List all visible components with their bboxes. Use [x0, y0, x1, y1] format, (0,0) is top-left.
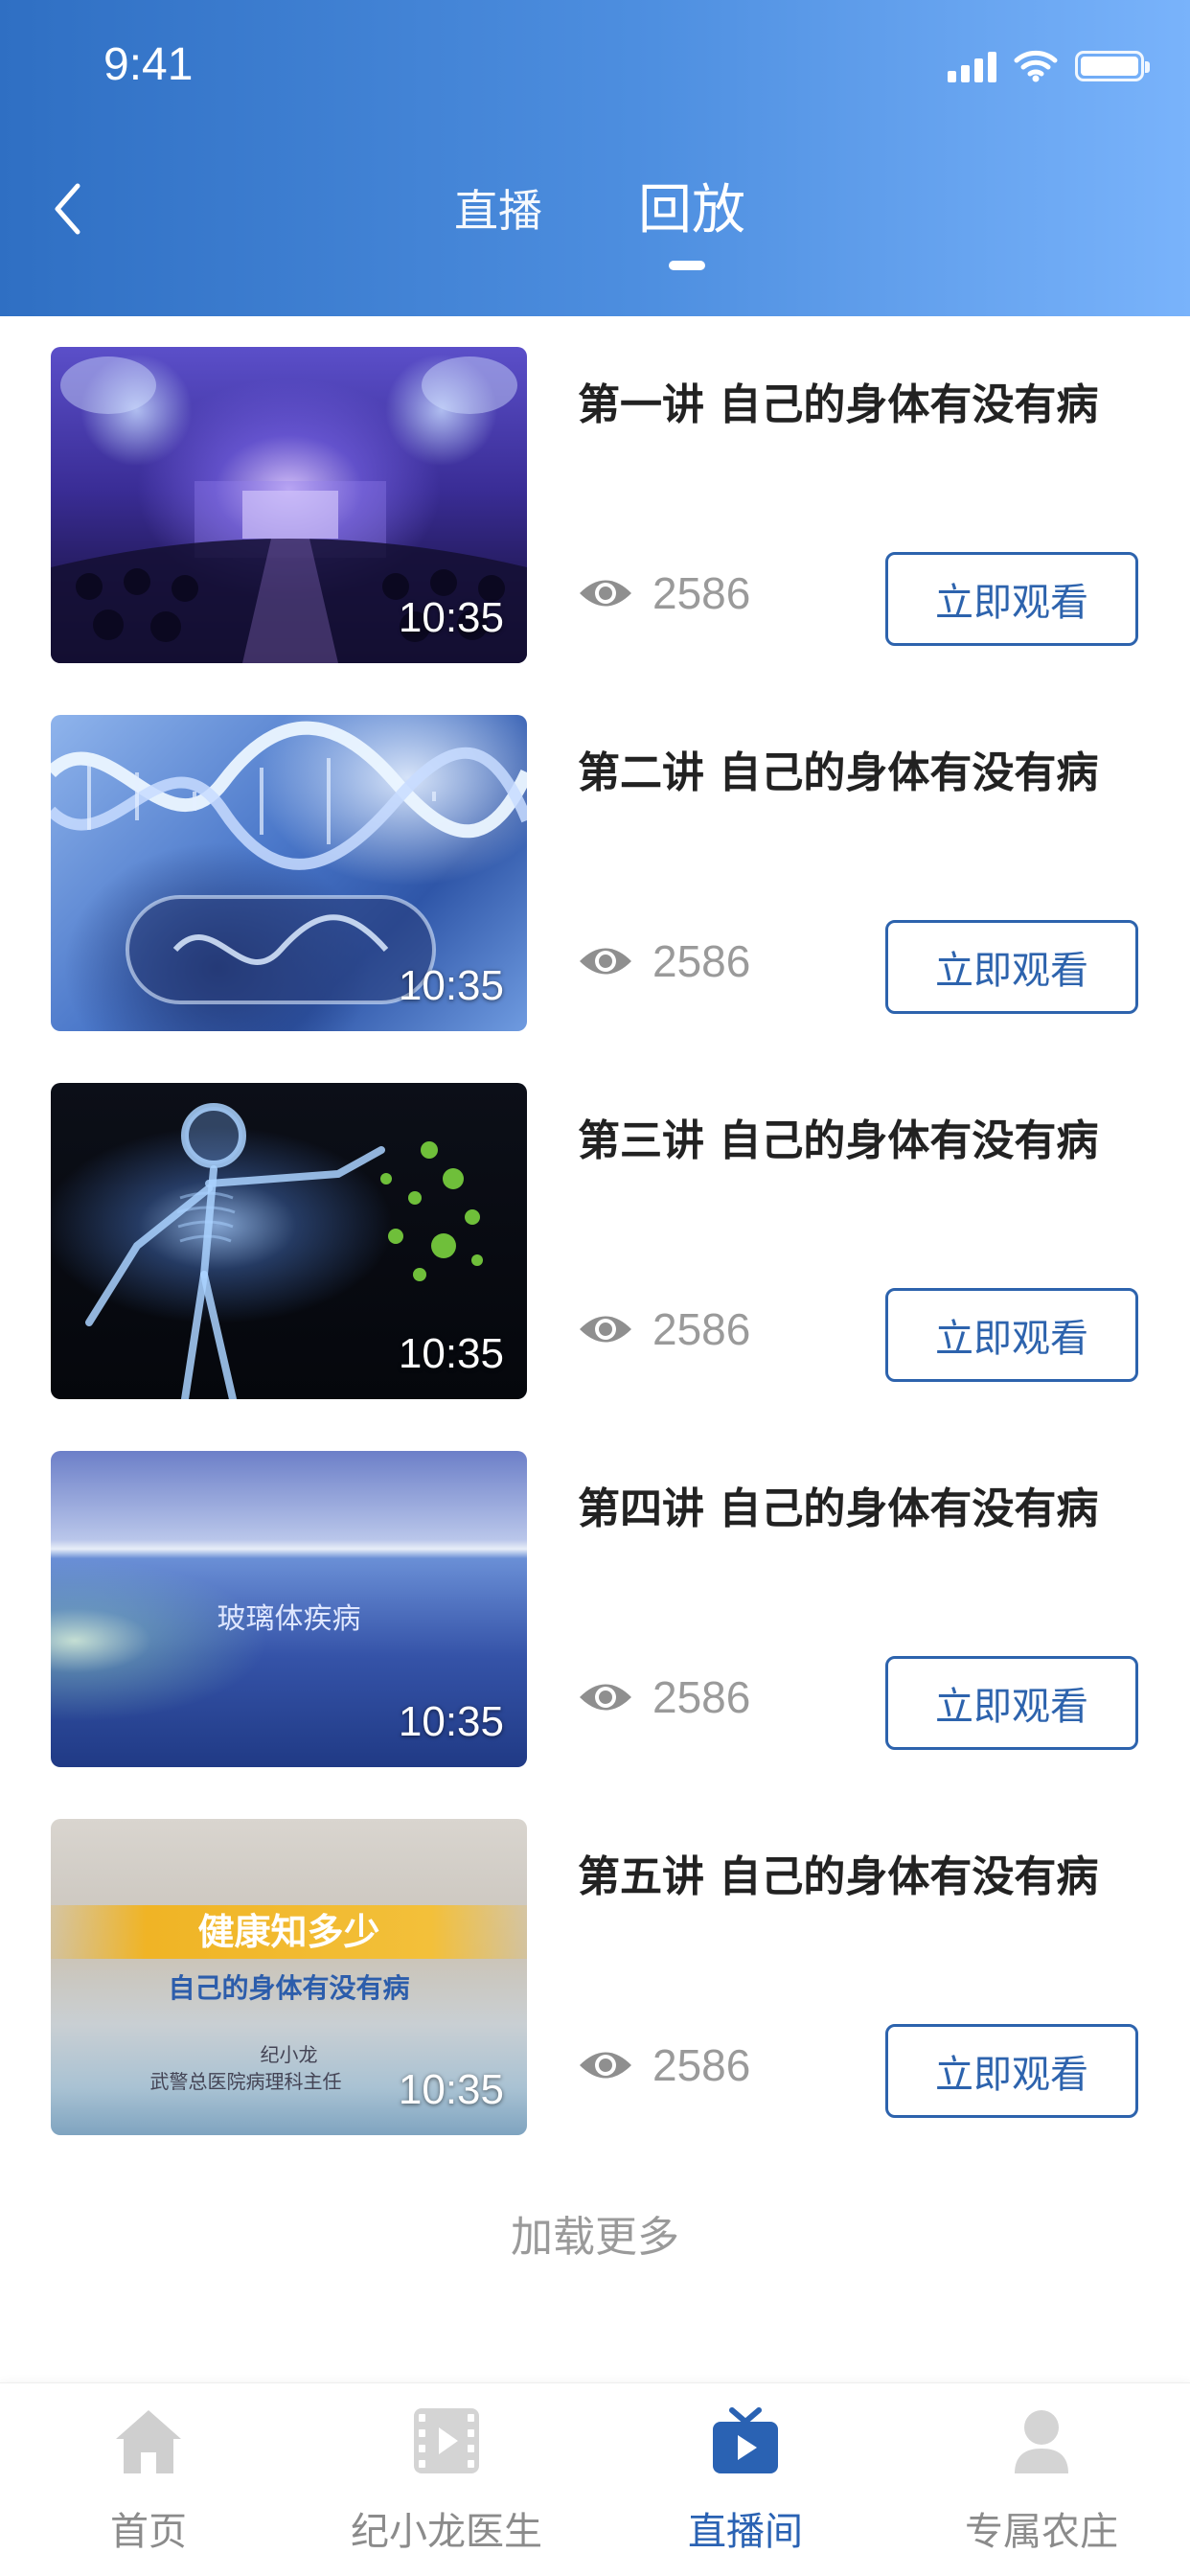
- view-count: 2586: [578, 935, 750, 987]
- tabbar-label: 纪小龙医生: [351, 2510, 542, 2554]
- video-thumbnail[interactable]: 健康知多少 自己的身体有没有病 纪小龙 武警总医院病理科主任 10:35: [51, 1819, 527, 2135]
- video-thumbnail[interactable]: 10:35: [51, 1083, 527, 1399]
- view-count-value: 2586: [652, 2040, 751, 2090]
- tabbar-label: 专属农庄: [965, 2510, 1118, 2554]
- status-time: 9:41: [103, 39, 194, 90]
- eye-icon: [580, 948, 631, 975]
- watch-now-button[interactable]: 立即观看: [885, 1656, 1138, 1750]
- view-count: 2586: [578, 1303, 750, 1355]
- status-icons: [948, 50, 1150, 82]
- view-count-value: 2586: [652, 568, 751, 618]
- load-more-button[interactable]: 加载更多: [0, 2202, 1190, 2264]
- view-count-value: 2586: [652, 936, 751, 986]
- header: 9:41 直播 回放: [0, 0, 1190, 316]
- watch-now-button[interactable]: 立即观看: [885, 2024, 1138, 2118]
- video-icon: [408, 2403, 485, 2479]
- video-duration: 10:35: [398, 2066, 504, 2113]
- tabbar-item-farm[interactable]: 专属农庄: [936, 2403, 1147, 2565]
- back-button[interactable]: [38, 171, 96, 247]
- video-duration: 10:35: [398, 594, 504, 641]
- thumbnail-title: 健康知多少: [197, 1911, 380, 1953]
- thumbnail-speaker-role: 武警总医院病理科主任: [149, 2070, 342, 2093]
- view-count: 2586: [578, 2039, 750, 2091]
- thumbnail-subtitle: 自己的身体有没有病: [168, 1972, 410, 2004]
- video-thumbnail[interactable]: 10:35: [51, 347, 527, 663]
- video-duration: 10:35: [398, 1698, 504, 1745]
- eye-icon: [580, 580, 631, 607]
- active-tab-indicator: [669, 261, 705, 270]
- thumbnail-speaker-name: 纪小龙: [260, 2043, 318, 2066]
- video-thumbnail[interactable]: 玻璃体疾病 10:35: [51, 1451, 527, 1767]
- list-item: 健康知多少 自己的身体有没有病 纪小龙 武警总医院病理科主任 10:35 第五讲…: [0, 1788, 1190, 2135]
- live-tv-icon: [707, 2403, 784, 2479]
- chevron-left-icon: [55, 183, 80, 235]
- wifi-icon: [1014, 50, 1058, 82]
- list-item: 10:35 第一讲 自己的身体有没有病 2586 立即观看: [0, 316, 1190, 663]
- tabbar-label: 直播间: [688, 2510, 803, 2554]
- list-item: 10:35 第二讲 自己的身体有没有病 2586 立即观看: [0, 684, 1190, 1031]
- watch-now-button[interactable]: 立即观看: [885, 920, 1138, 1014]
- eye-icon: [580, 1684, 631, 1711]
- video-duration: 10:35: [398, 1330, 504, 1377]
- signal-icon: [948, 50, 996, 82]
- video-thumbnail[interactable]: 10:35: [51, 715, 527, 1031]
- person-icon: [1003, 2403, 1080, 2479]
- thumbnail-caption: 玻璃体疾病: [217, 1602, 361, 1636]
- video-title[interactable]: 第三讲 自己的身体有没有病: [578, 1106, 1098, 1167]
- list-item: 玻璃体疾病 10:35 第四讲 自己的身体有没有病 2586 立即观看: [0, 1420, 1190, 1767]
- bottom-tab-bar: 首页 纪小龙医生 直播间 专属农庄: [0, 2382, 1190, 2576]
- video-title[interactable]: 第二讲 自己的身体有没有病: [578, 738, 1098, 799]
- view-count: 2586: [578, 1671, 750, 1723]
- tabbar-label: 首页: [110, 2510, 187, 2554]
- eye-icon: [580, 1316, 631, 1343]
- app-screen: 9:41 直播 回放 10:35 第一讲 自己的身体有没有病 2586 立即观看…: [0, 0, 1190, 2576]
- battery-icon: [1075, 51, 1150, 81]
- home-icon: [110, 2403, 187, 2479]
- video-duration: 10:35: [398, 962, 504, 1009]
- tab-live[interactable]: 直播: [454, 176, 542, 240]
- tabbar-item-live-room[interactable]: 直播间: [640, 2403, 851, 2565]
- tabbar-item-home[interactable]: 首页: [43, 2403, 254, 2565]
- tab-replay[interactable]: 回放: [638, 167, 745, 244]
- tabbar-item-doctor[interactable]: 纪小龙医生: [341, 2403, 552, 2565]
- video-title[interactable]: 第四讲 自己的身体有没有病: [578, 1474, 1098, 1535]
- view-count-value: 2586: [652, 1672, 751, 1722]
- list-item: 10:35 第三讲 自己的身体有没有病 2586 立即观看: [0, 1052, 1190, 1399]
- video-title[interactable]: 第五讲 自己的身体有没有病: [578, 1842, 1098, 1903]
- video-title[interactable]: 第一讲 自己的身体有没有病: [578, 370, 1098, 431]
- eye-icon: [580, 2052, 631, 2079]
- watch-now-button[interactable]: 立即观看: [885, 1288, 1138, 1382]
- watch-now-button[interactable]: 立即观看: [885, 552, 1138, 646]
- view-count-value: 2586: [652, 1304, 751, 1354]
- view-count: 2586: [578, 567, 750, 619]
